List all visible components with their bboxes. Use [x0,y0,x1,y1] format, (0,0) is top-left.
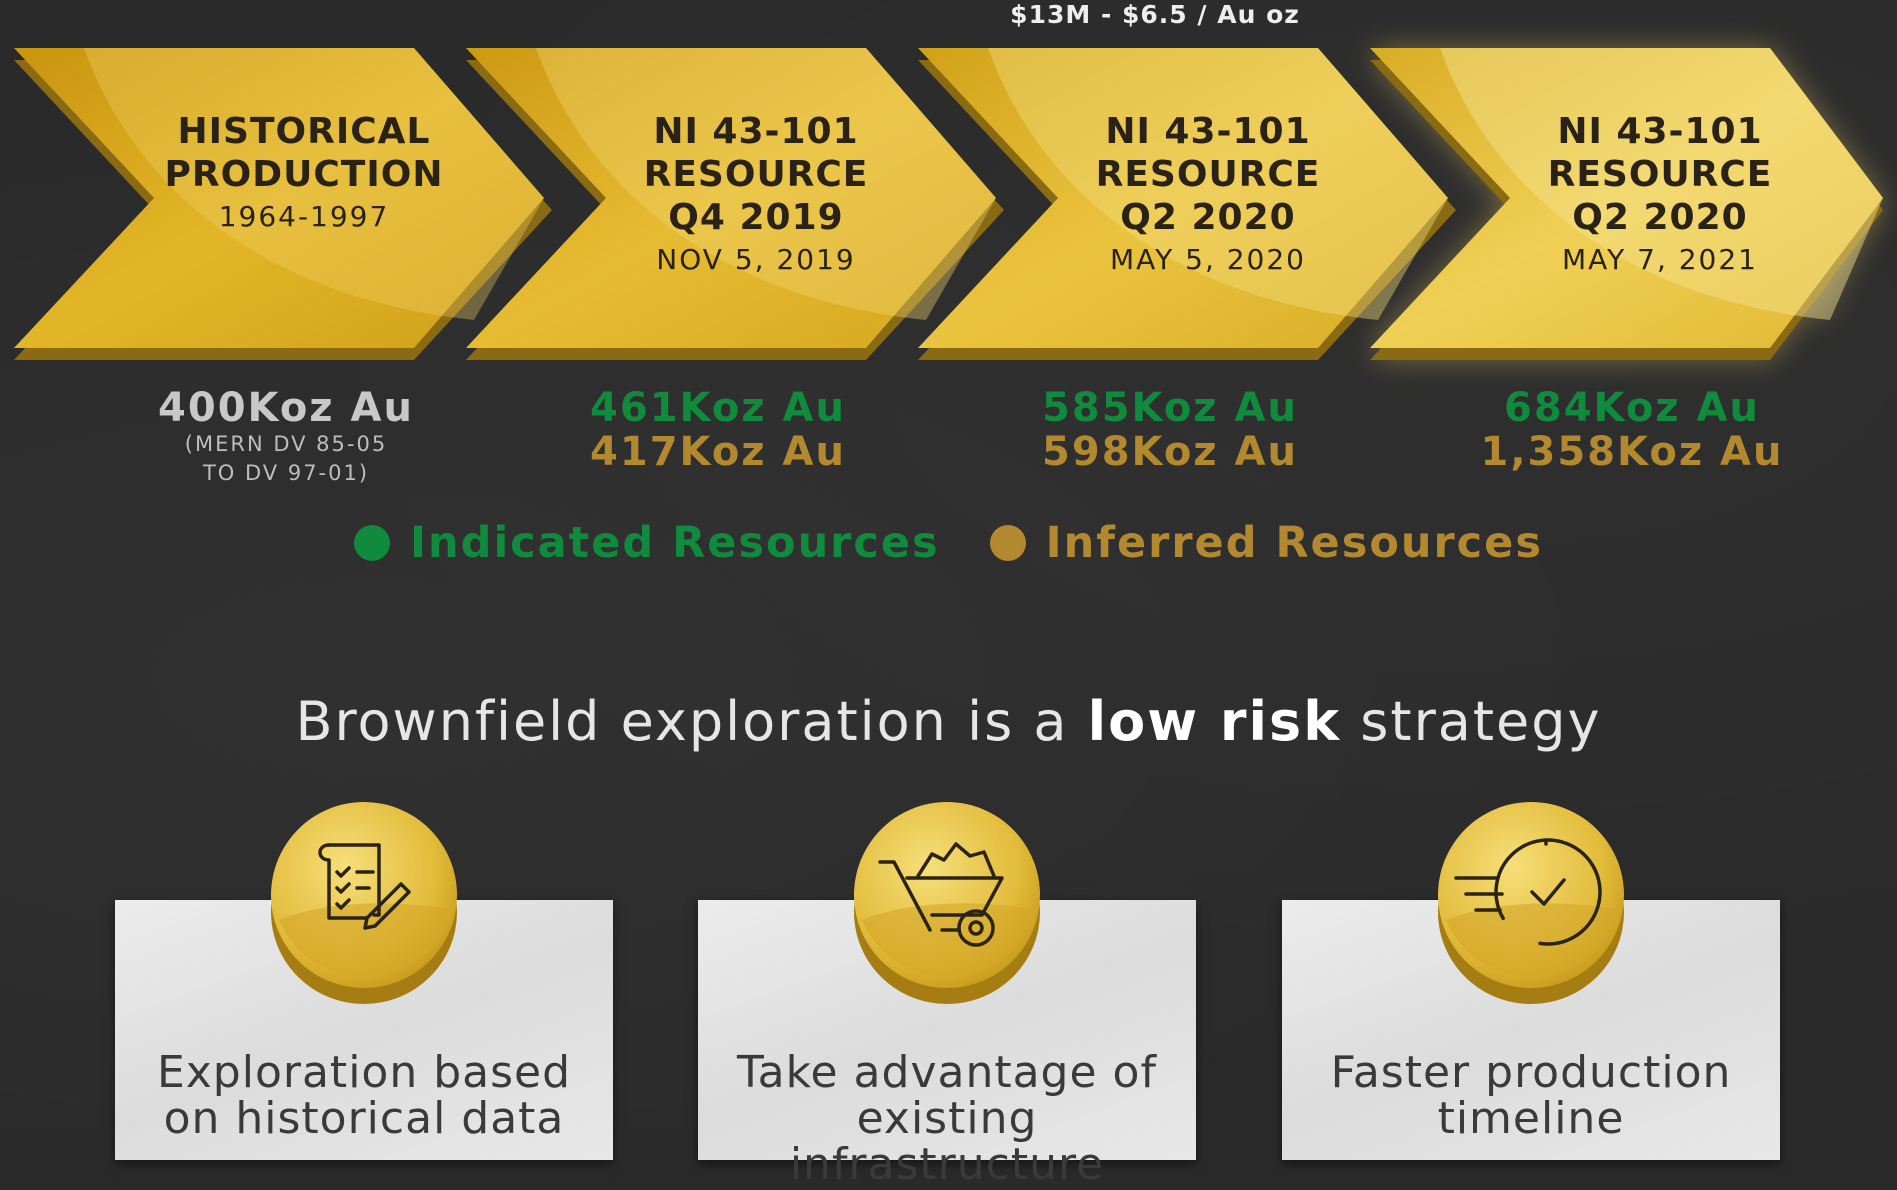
headline: Brownfield exploration is a low risk str… [0,690,1897,753]
indicated-amount: 684Koz Au [1504,385,1760,431]
headline-emphasis: low risk [1087,690,1342,753]
chevron-text: HISTORICAL PRODUCTION 1964-1997 [84,48,524,233]
step-date: 1964-1997 [218,200,390,233]
amount-historical: 400Koz Au (MERN DV 85-05 TO DV 97-01) [66,386,506,488]
coin-wheelbarrow [852,800,1042,1010]
step-title: NI 43-101 RESOURCE Q4 2019 [643,111,869,238]
inferred-amount: 1,358Koz Au [1480,429,1784,475]
card-text: Take advantage of existing infrastructur… [698,1050,1196,1188]
card-line: Faster production [1330,1047,1732,1098]
indicated-amount: 461Koz Au [590,385,846,431]
card-line: on historical data [163,1093,565,1144]
chevron-text: NI 43-101 RESOURCE Q2 2020 MAY 7, 2021 [1440,48,1880,276]
amount-note: TO DV 97-01) [202,461,370,485]
timeline-step-2021: NI 43-101 RESOURCE Q2 2020 MAY 7, 2021 [1370,48,1897,363]
coin-fast-clock [1436,800,1626,1010]
step-title: NI 43-101 RESOURCE Q2 2020 [1547,111,1773,238]
step-date: MAY 7, 2021 [1561,243,1758,276]
step-date: MAY 5, 2020 [1109,243,1306,276]
legend-label: Inferred Resources [1045,518,1543,568]
amount-q4-2019: 461Koz Au 417Koz Au [498,386,938,474]
card-line: timeline [1437,1093,1625,1144]
card-line: existing infrastructure [789,1093,1105,1190]
legend: Indicated Resources Inferred Resources [0,518,1897,568]
step-title: HISTORICAL PRODUCTION [164,111,444,195]
amount-note: (MERN DV 85-05 [184,432,388,456]
chevron-text: NI 43-101 RESOURCE Q4 2019 NOV 5, 2019 [536,48,976,276]
amount-main: 400Koz Au [158,385,414,431]
legend-label: Indicated Resources [410,518,940,568]
inferred-amount: 598Koz Au [1042,429,1298,475]
headline-before: Brownfield exploration is a [295,690,1088,753]
amount-q2-2020: 585Koz Au 598Koz Au [950,386,1390,474]
step-date: NOV 5, 2019 [656,243,856,276]
amount-2021: 684Koz Au 1,358Koz Au [1412,386,1852,474]
fast-clock-icon [1438,802,1624,1004]
inferred-dot-icon [989,525,1026,561]
inferred-amount: 417Koz Au [590,429,846,475]
legend-item-indicated: Indicated Resources [354,518,940,568]
card-text: Exploration based on historical data [115,1050,613,1142]
coin-checklist [269,800,459,1010]
top-note: $13M - $6.5 / Au oz [1010,0,1300,29]
card-line: Exploration based [156,1047,572,1098]
indicated-amount: 585Koz Au [1042,385,1298,431]
indicated-dot-icon [354,525,391,561]
checklist-icon [271,802,457,1004]
step-title: NI 43-101 RESOURCE Q2 2020 [1095,111,1321,238]
chevron-text: NI 43-101 RESOURCE Q2 2020 MAY 5, 2020 [988,48,1428,276]
legend-item-inferred: Inferred Resources [989,518,1543,568]
wheelbarrow-icon [854,802,1040,1004]
card-line: Take advantage of [737,1047,1157,1098]
card-text: Faster production timeline [1282,1050,1780,1142]
headline-after: strategy [1341,690,1602,753]
